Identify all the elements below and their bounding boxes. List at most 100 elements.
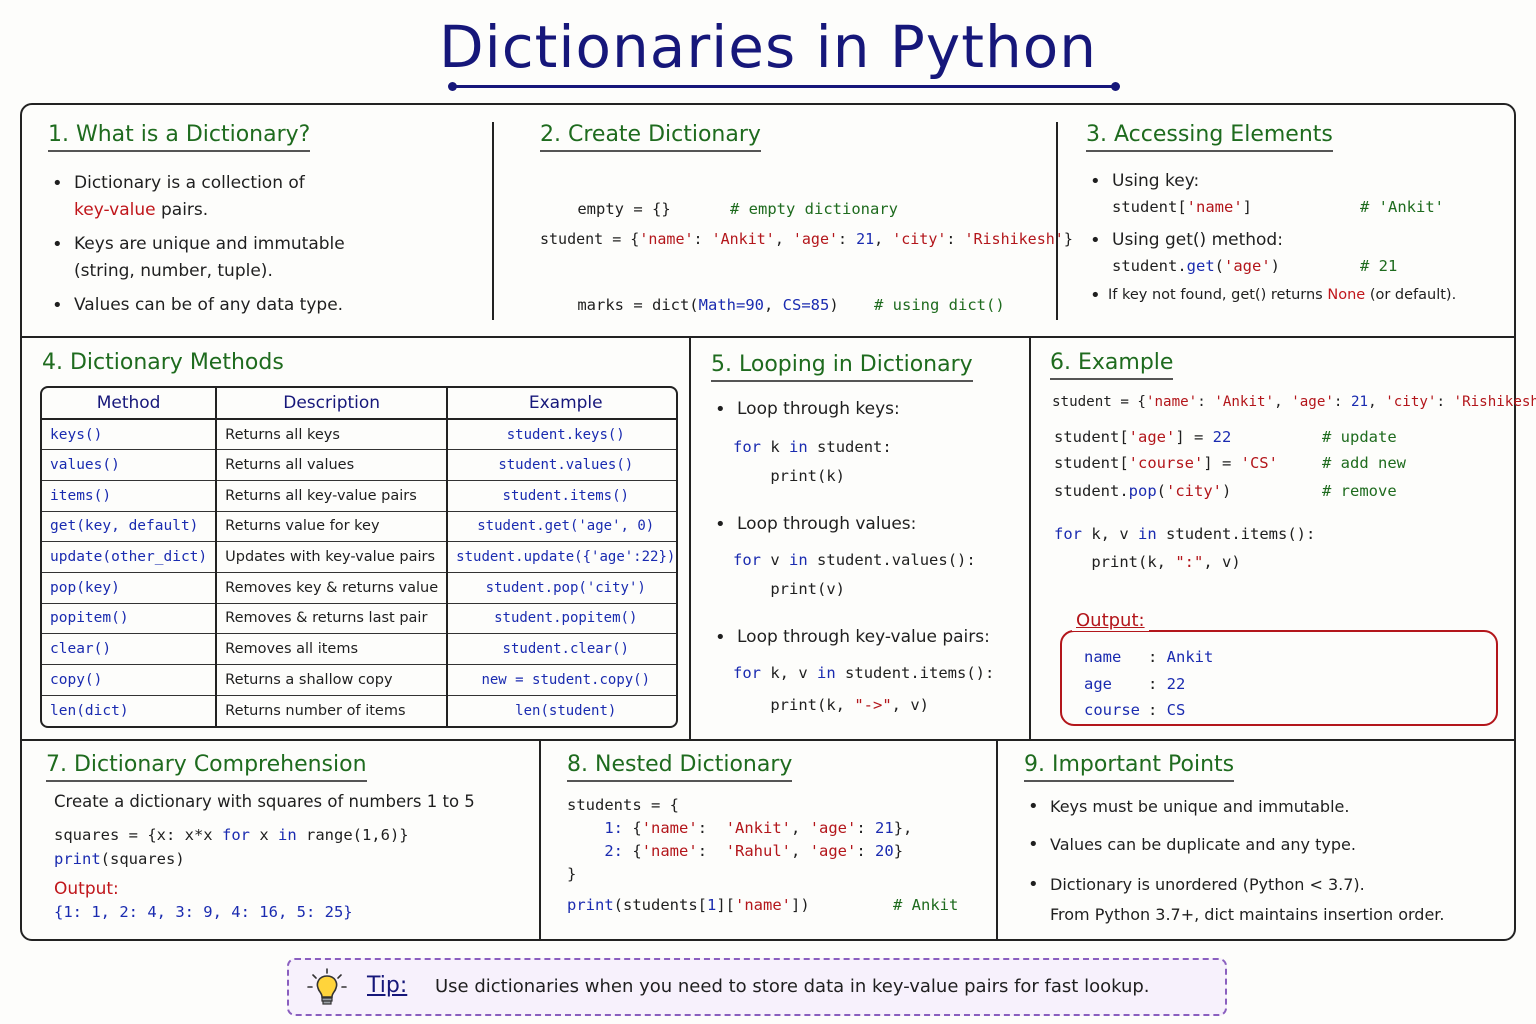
table-row: len(dict) Returns number of items len(stud… (42, 695, 676, 726)
code-comment: # using dict() (874, 296, 1005, 314)
output-value: 22 (1166, 674, 1186, 693)
section-heading: 1. What is a Dictionary? (48, 122, 311, 152)
example-cell: student.values() (447, 449, 676, 481)
divider-r2-b (1029, 337, 1031, 740)
table-row: items() Returns all key-value pairs studen… (42, 480, 676, 512)
example-cell: student.update({'age':22}) (447, 541, 676, 573)
table-row: pop(key) Removes key & returns value stude… (42, 572, 676, 604)
example-cell: new = student.copy() (447, 664, 676, 696)
divider-r1-a (492, 122, 494, 320)
example-cell: student.popitem() (447, 603, 676, 635)
section-create-dictionary: 2. Create Dictionary empty = {} # empty d… (540, 122, 1073, 314)
code-line-print: print(students[1]['name']) # Ankit (567, 896, 959, 914)
example-cell: student.clear() (447, 633, 676, 665)
example-cell: student.get('age', 0) (447, 511, 676, 543)
method-cell: popitem() (42, 603, 218, 635)
output-key: age (1084, 674, 1112, 693)
output-label: Output: (54, 879, 119, 899)
bullet-item: Loop through values: (711, 511, 1026, 538)
code-line-marks: marks = dict(Math=90, CS=85) # using dict… (577, 296, 1005, 314)
description-cell: Removes & returns last pair (216, 603, 449, 635)
description-cell: Returns all values (216, 449, 449, 481)
section-heading: 6. Example (1050, 350, 1174, 380)
description-cell: Returns number of items (216, 695, 449, 726)
output-row: course: CS (1084, 697, 1213, 724)
bullet-item: Keys are unique and immutable (string, n… (48, 231, 478, 285)
table-row: copy() Returns a shallow copy new = studen… (42, 664, 676, 696)
bullet-text: Loop through keys: (737, 399, 900, 419)
output-value: Ankit (1166, 648, 1214, 666)
section-heading: 2. Create Dictionary (540, 122, 761, 152)
description-cell: Removes all items (216, 633, 449, 665)
table-row: popitem() Removes & returns last pair stud… (42, 603, 676, 635)
code-comment: # empty dictionary (730, 200, 898, 218)
code-line-student: student = {'name': 'Ankit', 'age': 21, '… (1052, 394, 1536, 410)
column-header: Example (447, 388, 676, 420)
example-cell: student.keys() (447, 419, 676, 451)
section-heading: 4. Dictionary Methods (42, 350, 284, 375)
code-block-updates: student['age'] = 22 # update student['co… (1054, 428, 1406, 500)
section-dictionary-methods: 4. Dictionary Methods (42, 350, 284, 378)
section-nested-dictionary: 8. Nested Dictionary students = { 1: {'n… (567, 752, 987, 914)
bullet-text: Keys are unique and immutable (74, 234, 345, 254)
code-block: for k in student: print(k) (733, 438, 892, 485)
table-row: update(other_dict) Updates with key-value… (42, 541, 676, 573)
code-block: for v in student.values(): print(v) (733, 551, 976, 598)
divider-r3-a (539, 740, 541, 941)
bullet-text: pairs. (160, 200, 209, 220)
example-cell: student.pop('city') (447, 572, 676, 604)
bullet-item: Loop through key-value pairs: (711, 624, 1026, 651)
code-block-loop: for k, v in student.items(): print(k, ":… (1054, 525, 1316, 571)
tip-label: Tip: (367, 973, 408, 998)
title-underline (448, 82, 1120, 91)
table-row: keys() Returns all keys student.keys() (42, 419, 676, 451)
bullet-text: Dictionary is a collection of (74, 173, 305, 193)
code-line-student: student = {'name': 'Ankit', 'age': 21, '… (540, 230, 1073, 248)
bullet-text: Using get() method: (1112, 230, 1283, 250)
output-row: name: Ankit (1084, 644, 1213, 671)
bullet-item: Dictionary is a collection of key-value … (48, 170, 478, 224)
method-cell: len(dict) (42, 695, 218, 726)
bullet-text: (string, number, tuple). (74, 261, 273, 281)
example-cell: student.items() (447, 480, 676, 512)
description-cell: Returns all keys (216, 419, 449, 451)
description-cell: Returns a shallow copy (216, 664, 449, 696)
output-label: Output: (1072, 610, 1149, 631)
table-row: clear() Removes all items student.clear() (42, 633, 676, 665)
bullet-item: Using get() method: student.get('age')# … (1086, 227, 1511, 278)
section-what-is-dictionary: 1. What is a Dictionary? Dictionary is a… (48, 122, 478, 319)
section-comprehension: 7. Dictionary Comprehension Create a dic… (46, 752, 536, 921)
column-header: Description (216, 388, 449, 420)
section-important-points: 9. Important Points Keys must be unique … (1024, 752, 1509, 930)
method-cell: get(key, default) (42, 511, 218, 543)
bullet-text: Loop through values: (737, 514, 917, 534)
bullet-item: Loop through keys: (711, 396, 1026, 423)
section-accessing-elements: 3. Accessing Elements Using key: student… (1086, 122, 1511, 309)
method-cell: copy() (42, 664, 218, 696)
section-looping: 5. Looping in Dictionary Loop through ke… (711, 352, 1026, 721)
method-cell: keys() (42, 419, 218, 451)
description-cell: Updates with key-value pairs (216, 541, 449, 573)
description-cell: Removes key & returns value (216, 572, 449, 604)
bullet-text: Values can be of any data type. (74, 295, 344, 315)
code-line-empty: empty = {} # empty dictionary (577, 200, 898, 218)
section-heading: 7. Dictionary Comprehension (46, 752, 367, 782)
method-cell: pop(key) (42, 572, 218, 604)
description-cell: Returns value for key (216, 511, 449, 543)
output-key: course (1084, 701, 1140, 719)
code-line: student['name'] # 'Ankit' (1112, 198, 1444, 216)
code-block: squares = {x: x*x for x in range(1,6)} p… (54, 826, 409, 868)
page-title-area: Dictionaries in Python (0, 6, 1536, 98)
bullet-item: Values can be duplicate and any type. (1024, 832, 1509, 858)
output-value: {1: 1, 2: 4, 3: 9, 4: 16, 5: 25} (54, 903, 353, 921)
bullet-item: Using key: student['name']# 'Ankit' (1086, 168, 1511, 219)
tip-text: Use dictionaries when you need to store … (435, 976, 1150, 997)
bullet-text: Loop through key-value pairs: (737, 627, 990, 647)
divider-r1-b (1056, 122, 1058, 320)
bullet-item: Values can be of any data type. (48, 292, 478, 319)
divider-row2 (20, 739, 1516, 741)
bullet-text: Using key: (1112, 171, 1200, 191)
table-row: values() Returns all values student.values… (42, 449, 676, 481)
table-row: get(key, default) Returns value for key st… (42, 511, 676, 543)
code-block: students = { 1: {'name': 'Ankit', 'age':… (567, 796, 913, 883)
